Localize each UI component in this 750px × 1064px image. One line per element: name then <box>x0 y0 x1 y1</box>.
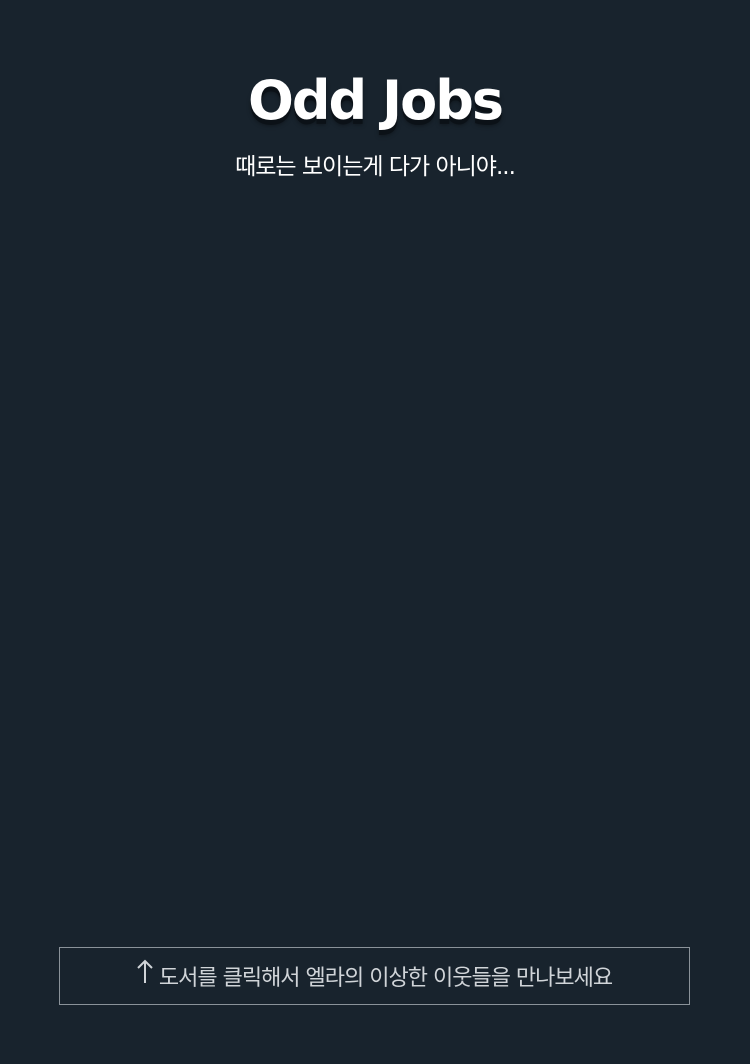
hint-label: 도서를 클릭해서 엘라의 이상한 이웃들을 만나보세요 <box>158 966 613 991</box>
arrow-up-icon <box>137 959 153 985</box>
page: Odd Jobs 때로는 보이는게 다가 아니야... 도서를 클릭해서 엘라의… <box>0 0 750 1064</box>
page-title: Odd Jobs <box>248 69 504 132</box>
book-area[interactable] <box>60 210 690 910</box>
page-subtitle: 때로는 보이는게 다가 아니야... <box>235 154 516 180</box>
meet-neighbors-hint[interactable]: 도서를 클릭해서 엘라의 이상한 이웃들을 만나보세요 <box>59 947 690 1005</box>
